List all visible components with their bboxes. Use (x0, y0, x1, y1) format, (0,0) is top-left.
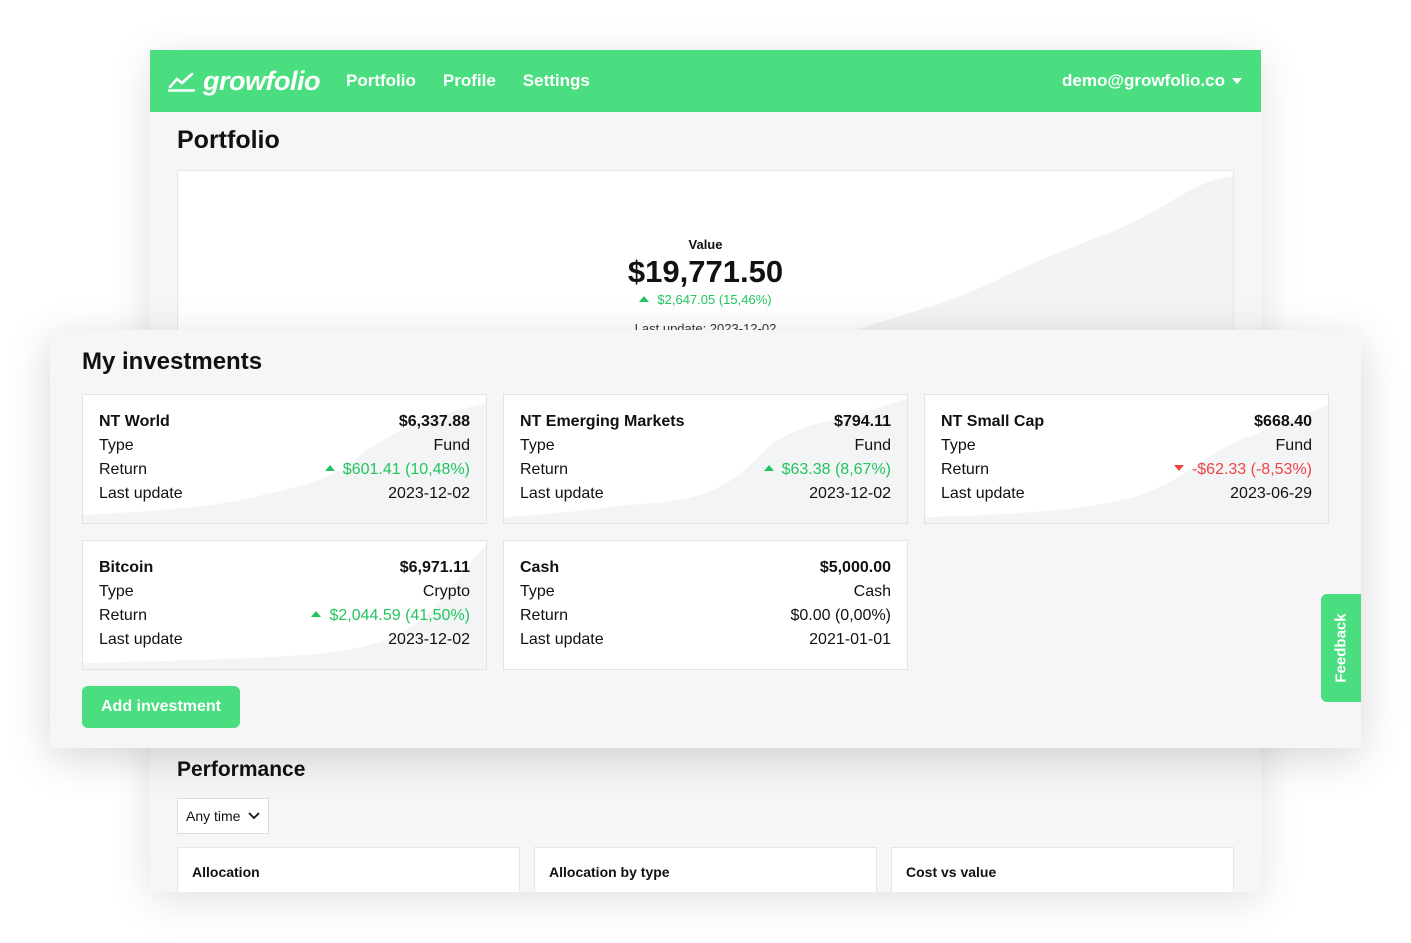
return-label: Return (941, 461, 990, 478)
triangle-up-icon (311, 610, 322, 617)
investment-card-nt-world[interactable]: NT World $6,337.88 Type Fund Return $601.41… (82, 394, 487, 524)
page-title: Portfolio (177, 126, 280, 154)
period-select-value: Any time (186, 808, 241, 824)
nav-settings[interactable]: Settings (523, 71, 590, 91)
top-navbar: growfolio Portfolio Profile Settings dem… (150, 50, 1261, 112)
investment-card-nt-emerging-markets[interactable]: NT Emerging Markets $794.11 Type Fund Retu… (503, 394, 908, 524)
allocation-card-title: Allocation (192, 864, 260, 880)
triangle-up-icon (763, 464, 774, 471)
investment-name: NT Emerging Markets (520, 413, 685, 430)
return-label: Return (99, 461, 148, 478)
feedback-label: Feedback (1332, 613, 1350, 683)
type-label: Type (99, 583, 134, 600)
feedback-tab[interactable]: Feedback (1321, 594, 1361, 702)
add-investment-button[interactable]: Add investment (82, 686, 240, 728)
investment-return-text: $601.41 (10,48%) (342, 461, 470, 478)
value-change-text: $2,647.05 (15,46%) (657, 292, 772, 307)
allocation-card: Allocation (177, 847, 520, 892)
triangle-down-icon (1173, 464, 1184, 471)
period-select[interactable]: Any time (177, 798, 269, 834)
logo[interactable]: growfolio (168, 66, 320, 97)
investment-type: Fund (433, 437, 470, 454)
investments-title: My investments (82, 348, 263, 375)
allocation-by-type-title: Allocation by type (549, 864, 670, 880)
performance-title: Performance (177, 758, 306, 781)
investment-name: Cash (520, 559, 560, 576)
investment-card-cash[interactable]: Cash $5,000.00 Type Cash Return $0.00 (0,00… (503, 540, 908, 670)
last-update-label: Last update (520, 485, 604, 502)
value-amount: $19,771.50 (627, 254, 784, 289)
investment-return-text: $2,044.59 (41,50%) (329, 607, 470, 624)
investments-panel: My investments NT World $6,337.88 Type Fun… (50, 330, 1361, 748)
investment-name: NT World (99, 413, 170, 430)
investment-value: $6,971.11 (399, 559, 470, 576)
nav-portfolio[interactable]: Portfolio (346, 71, 416, 91)
investment-value: $668.40 (1254, 413, 1312, 430)
type-label: Type (520, 583, 555, 600)
type-label: Type (520, 437, 555, 454)
investment-value: $794.11 (834, 413, 891, 430)
investment-return: $2,044.59 (41,50%) (311, 607, 470, 625)
trend-line-icon (168, 72, 195, 92)
type-label: Type (941, 437, 976, 454)
last-update-label: Last update (99, 485, 183, 502)
investment-return-text: $0.00 (0,00%) (790, 607, 891, 624)
investment-card-nt-small-cap[interactable]: NT Small Cap $668.40 Type Fund Return -$62.… (924, 394, 1329, 524)
investment-type: Cash (853, 583, 891, 600)
value-label: Value (688, 237, 723, 252)
investment-type: Crypto (422, 583, 470, 600)
chevron-down-icon (248, 812, 261, 820)
value-summary: Value $19,771.50 $2,647.05 (15,46%) Last… (178, 237, 1233, 336)
nav-profile[interactable]: Profile (443, 71, 496, 91)
investment-last-update: 2023-12-02 (388, 485, 470, 502)
investment-type: Fund (854, 437, 891, 454)
logo-text: growfolio (203, 65, 320, 96)
triangle-up-icon (324, 464, 335, 471)
value-change: $2,647.05 (15,46%) (178, 292, 1233, 307)
investment-name: NT Small Cap (941, 413, 1045, 430)
return-label: Return (520, 607, 569, 624)
user-email: demo@growfolio.co (1062, 71, 1225, 90)
investment-return-text: -$62.33 (-8,53%) (1191, 461, 1312, 478)
cost-vs-value-title: Cost vs value (906, 864, 997, 880)
last-update-label: Last update (941, 485, 1025, 502)
allocation-by-type-card: Allocation by type (534, 847, 877, 892)
investment-name: Bitcoin (99, 559, 154, 576)
last-update-label: Last update (99, 631, 183, 648)
investment-return-text: $63.38 (8,67%) (781, 461, 891, 478)
investment-value: $5,000.00 (819, 559, 891, 576)
last-update-label: Last update (520, 631, 604, 648)
cost-vs-value-card: Cost vs value (891, 847, 1234, 892)
return-label: Return (99, 607, 148, 624)
investment-return: -$62.33 (-8,53%) (1173, 461, 1312, 479)
investment-last-update: 2023-12-02 (809, 485, 891, 502)
type-label: Type (99, 437, 134, 454)
user-menu[interactable]: demo@growfolio.co (1062, 71, 1243, 91)
investment-return: $601.41 (10,48%) (324, 461, 470, 479)
investment-value: $6,337.88 (398, 413, 470, 430)
investment-return: $63.38 (8,67%) (763, 461, 891, 479)
investment-last-update: 2021-01-01 (809, 631, 891, 648)
return-label: Return (520, 461, 569, 478)
investment-last-update: 2023-12-02 (388, 631, 470, 648)
investment-card-bitcoin[interactable]: Bitcoin $6,971.11 Type Crypto Return $2,044… (82, 540, 487, 670)
caret-down-icon (1232, 78, 1242, 84)
investment-type: Fund (1275, 437, 1312, 454)
investment-last-update: 2023-06-29 (1230, 485, 1312, 502)
triangle-up-icon (639, 295, 650, 302)
